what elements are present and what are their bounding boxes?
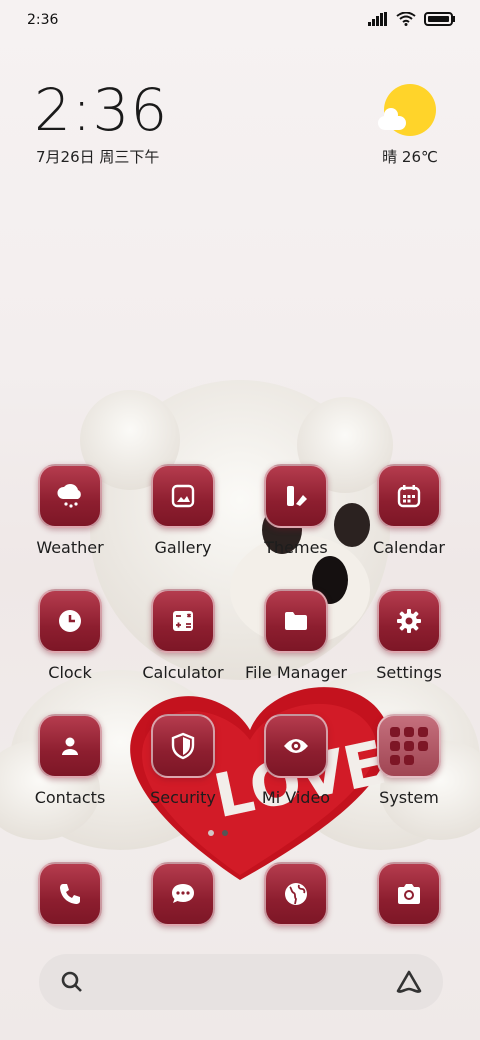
app-clock[interactable]: Clock: [15, 589, 125, 682]
page-dot[interactable]: [208, 830, 214, 836]
app-label: Themes: [264, 538, 328, 557]
assistant-icon[interactable]: [395, 969, 423, 995]
status-icons: [368, 12, 456, 26]
person-icon: [38, 714, 102, 778]
dock-phone[interactable]: [15, 862, 125, 926]
sun-cloud-icon: [378, 84, 436, 136]
search-bar[interactable]: [39, 954, 443, 1010]
app-gallery[interactable]: Gallery: [128, 464, 238, 557]
cloud-snow-icon: [38, 464, 102, 528]
image-icon: [151, 464, 215, 528]
app-themes[interactable]: Themes: [241, 464, 351, 557]
clock-widget-date[interactable]: 7月26日 周三下午: [36, 146, 159, 167]
dock-browser[interactable]: [241, 862, 351, 926]
status-bar: 2:36: [0, 0, 480, 40]
app-folder-system[interactable]: System: [354, 714, 464, 807]
app-label: Mi Video: [261, 788, 331, 807]
app-security[interactable]: Security: [128, 714, 238, 807]
clock-icon: [38, 589, 102, 653]
app-mi-video[interactable]: Mi Video: [241, 714, 351, 807]
app-calendar[interactable]: Calendar: [354, 464, 464, 557]
weather-widget[interactable]: 晴 26℃: [370, 84, 450, 167]
folder-icon: [264, 589, 328, 653]
clock-widget-time[interactable]: 2:36: [34, 76, 168, 144]
eye-icon: [264, 714, 328, 778]
globe-icon: [264, 862, 328, 926]
signal-icon: [368, 12, 387, 26]
app-label: Contacts: [34, 788, 106, 807]
app-label: Gallery: [154, 538, 212, 557]
calculator-icon: [151, 589, 215, 653]
app-label: Clock: [48, 663, 92, 682]
shield-icon: [151, 714, 215, 778]
themes-icon: [264, 464, 328, 528]
app-settings[interactable]: Settings: [354, 589, 464, 682]
app-label: Weather: [36, 538, 104, 557]
app-contacts[interactable]: Contacts: [15, 714, 125, 807]
page-indicator: [208, 830, 228, 836]
dock-messages[interactable]: [128, 862, 238, 926]
app-label: Calendar: [373, 538, 445, 557]
dock-camera[interactable]: [354, 862, 464, 926]
app-label: Settings: [376, 663, 442, 682]
status-time: 2:36: [27, 12, 59, 28]
message-icon: [151, 862, 215, 926]
app-weather[interactable]: Weather: [15, 464, 125, 557]
battery-icon: [424, 12, 455, 26]
app-file-manager[interactable]: File Manager: [241, 589, 351, 682]
weather-widget-text: 晴 26℃: [382, 148, 438, 166]
app-label: Calculator: [142, 663, 224, 682]
wifi-icon: [396, 12, 416, 26]
app-label: Security: [150, 788, 216, 807]
app-calculator[interactable]: Calculator: [128, 589, 238, 682]
folder-grid-icon: [377, 714, 441, 778]
gear-icon: [377, 589, 441, 653]
app-label: System: [379, 788, 439, 807]
phone-icon: [38, 862, 102, 926]
page-dot-active[interactable]: [222, 830, 228, 836]
camera-icon: [377, 862, 441, 926]
calendar-icon: [377, 464, 441, 528]
search-icon: [61, 971, 82, 992]
app-label: File Manager: [245, 663, 347, 682]
